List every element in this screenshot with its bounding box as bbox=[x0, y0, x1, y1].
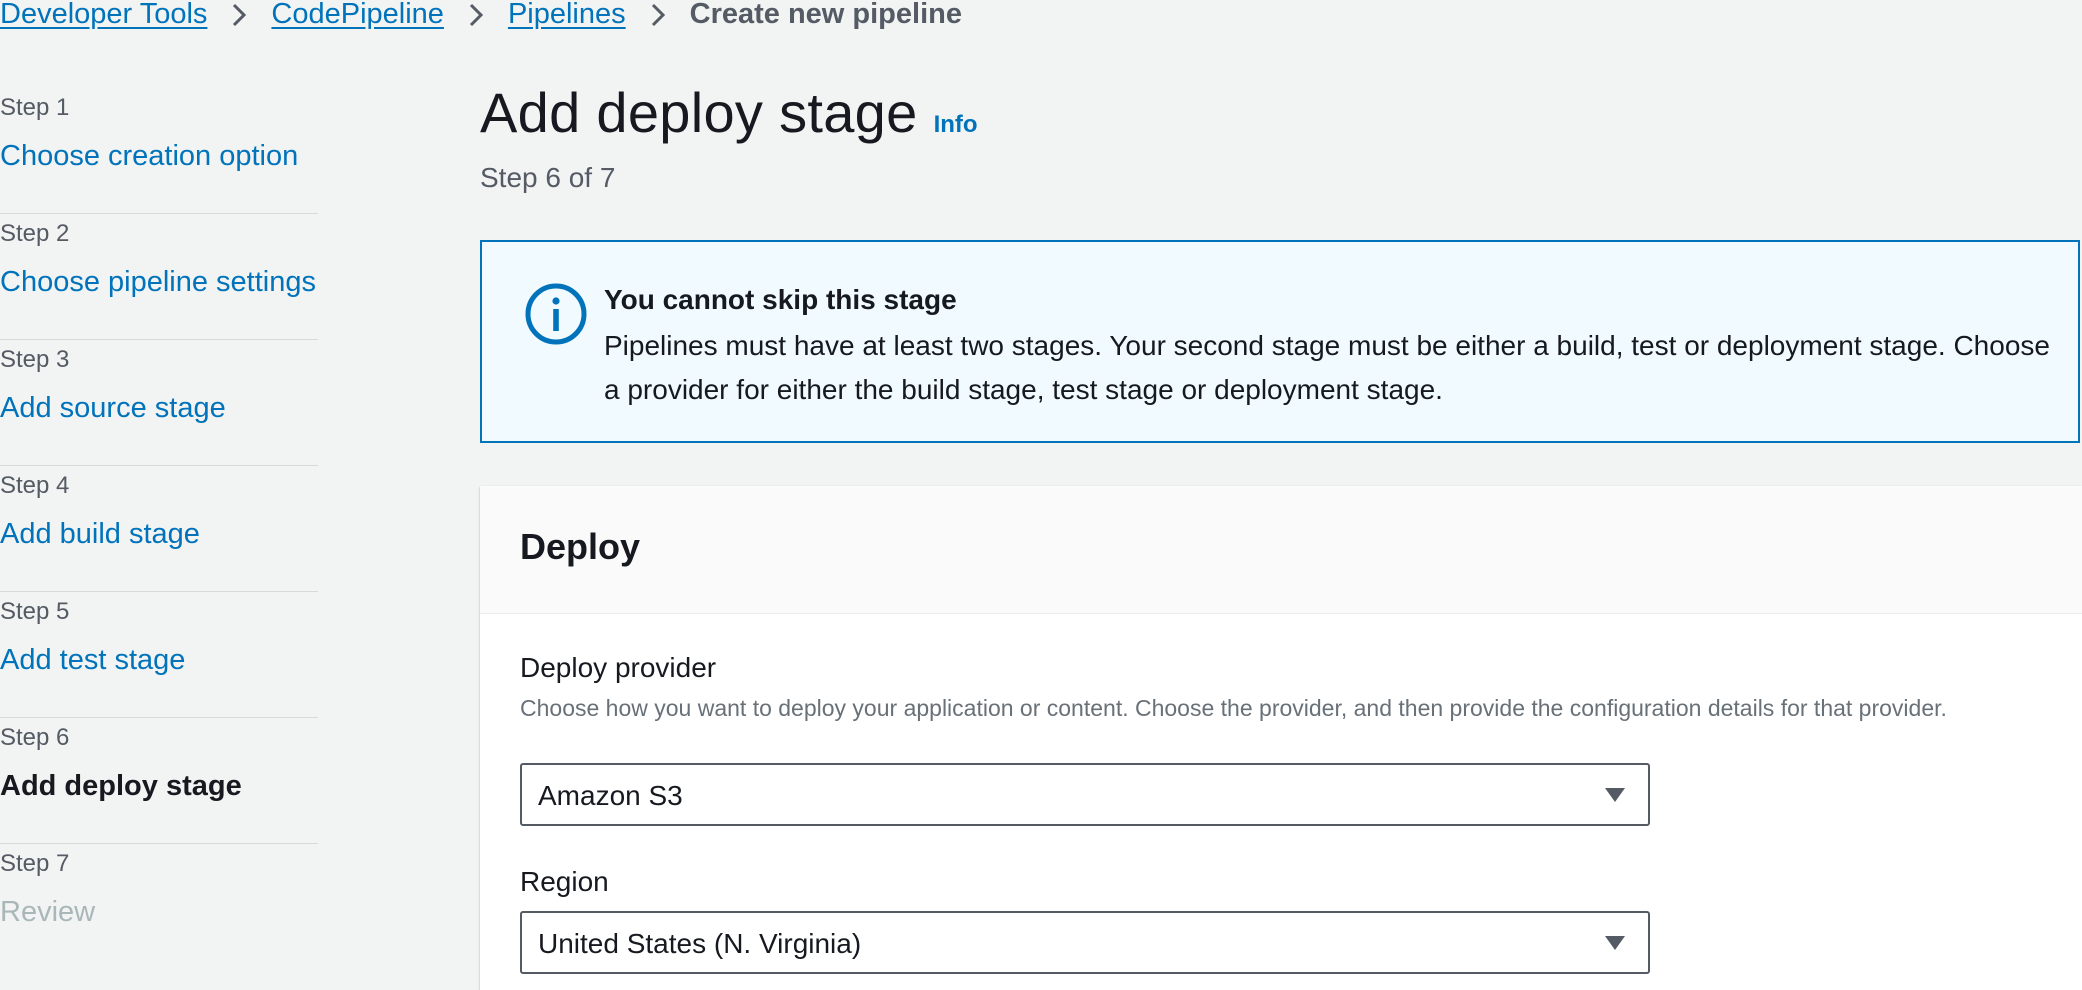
wizard-step-link[interactable]: Choose creation option bbox=[0, 140, 298, 173]
breadcrumb: Developer Tools CodePipeline Pipelines C… bbox=[0, 0, 962, 34]
wizard-nav: Step 1 Choose creation option Step 2 Cho… bbox=[0, 88, 318, 970]
deploy-provider-select[interactable]: Amazon S3 bbox=[520, 763, 1650, 826]
wizard-step-1: Step 1 Choose creation option bbox=[0, 88, 318, 214]
wizard-step-number: Step 2 bbox=[0, 220, 70, 247]
chevron-right-icon bbox=[444, 0, 508, 31]
wizard-step-number: Step 7 bbox=[0, 850, 70, 877]
info-circle-icon bbox=[525, 283, 587, 345]
deploy-panel: Deploy Deploy provider Choose how you wa… bbox=[480, 486, 2082, 990]
alert-body: Pipelines must have at least two stages.… bbox=[604, 330, 2050, 405]
page-header: Add deploy stage Info bbox=[480, 80, 978, 145]
wizard-step-6: Step 6 Add deploy stage bbox=[0, 718, 318, 844]
page-title: Add deploy stage bbox=[480, 81, 918, 144]
deploy-heading: Deploy bbox=[520, 526, 641, 567]
wizard-step-link[interactable]: Add test stage bbox=[0, 644, 185, 677]
wizard-step-number: Step 1 bbox=[0, 94, 70, 121]
deploy-provider-label: Deploy provider bbox=[520, 652, 717, 683]
wizard-step-number: Step 4 bbox=[0, 472, 70, 499]
breadcrumb-codepipeline[interactable]: CodePipeline bbox=[271, 0, 444, 31]
wizard-step-current: Add deploy stage bbox=[0, 770, 242, 802]
wizard-step-link[interactable]: Add source stage bbox=[0, 392, 226, 425]
step-counter: Step 6 of 7 bbox=[480, 162, 616, 193]
chevron-right-icon bbox=[626, 0, 690, 31]
deploy-provider-value: Amazon S3 bbox=[538, 780, 683, 811]
info-alert: You cannot skip this stage Pipelines mus… bbox=[480, 240, 2080, 443]
wizard-step-link[interactable]: Choose pipeline settings bbox=[0, 266, 316, 299]
deploy-panel-header: Deploy bbox=[480, 486, 2082, 614]
breadcrumb-current: Create new pipeline bbox=[689, 0, 962, 30]
wizard-step-disabled: Review bbox=[0, 896, 96, 928]
breadcrumb-pipelines[interactable]: Pipelines bbox=[508, 0, 626, 31]
wizard-step-7: Step 7 Review bbox=[0, 844, 318, 970]
wizard-step-5: Step 5 Add test stage bbox=[0, 592, 318, 718]
caret-down-icon bbox=[1605, 936, 1625, 950]
wizard-step-number: Step 3 bbox=[0, 346, 70, 373]
region-label: Region bbox=[520, 866, 609, 897]
wizard-step-3: Step 3 Add source stage bbox=[0, 340, 318, 466]
region-select[interactable]: United States (N. Virginia) bbox=[520, 911, 1650, 974]
caret-down-icon bbox=[1605, 788, 1625, 802]
chevron-right-icon bbox=[207, 0, 271, 31]
wizard-step-link[interactable]: Add build stage bbox=[0, 518, 200, 551]
alert-title: You cannot skip this stage bbox=[604, 284, 957, 315]
page: Developer Tools CodePipeline Pipelines C… bbox=[0, 0, 2082, 990]
info-link[interactable]: Info bbox=[934, 111, 978, 139]
wizard-step-4: Step 4 Add build stage bbox=[0, 466, 318, 592]
wizard-step-2: Step 2 Choose pipeline settings bbox=[0, 214, 318, 340]
wizard-step-number: Step 6 bbox=[0, 724, 70, 751]
region-value: United States (N. Virginia) bbox=[538, 928, 862, 959]
wizard-step-number: Step 5 bbox=[0, 598, 70, 625]
deploy-provider-description: Choose how you want to deploy your appli… bbox=[520, 695, 1947, 721]
breadcrumb-developer-tools[interactable]: Developer Tools bbox=[0, 0, 207, 31]
